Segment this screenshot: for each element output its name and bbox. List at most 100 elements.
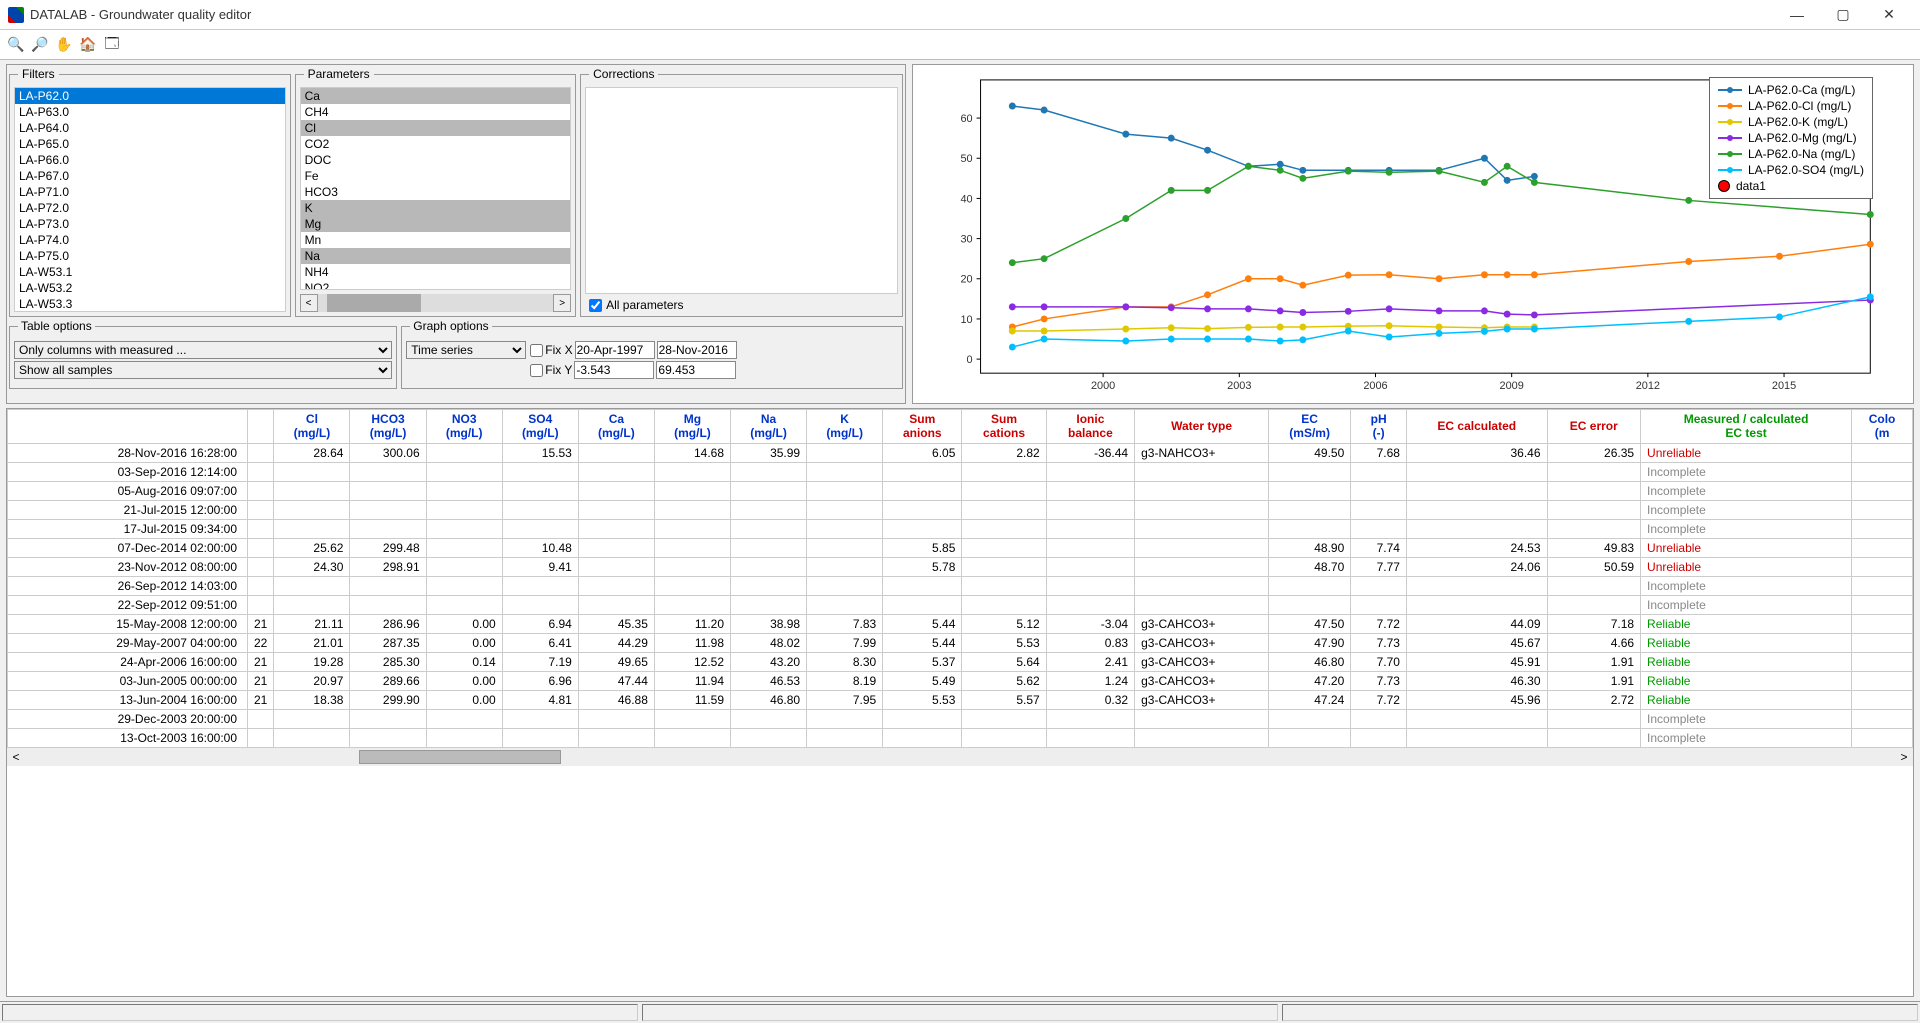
column-header[interactable]: pH(-) (1351, 410, 1407, 444)
parameter-item[interactable]: CO2 (301, 136, 571, 152)
corrections-title: Corrections (589, 67, 658, 81)
table-row[interactable]: 22-Sep-2012 09:51:00Incomplete (8, 595, 1913, 614)
svg-text:2009: 2009 (1500, 380, 1524, 392)
filter-item[interactable]: LA-P67.0 (15, 168, 285, 184)
scroll-left-icon[interactable]: < (300, 294, 318, 312)
table-row[interactable]: 13-Oct-2003 16:00:00Incomplete (8, 728, 1913, 747)
column-header[interactable]: Sumanions (883, 410, 962, 444)
parameter-item[interactable]: Ca (301, 88, 571, 104)
table-row[interactable]: 05-Aug-2016 09:07:00Incomplete (8, 481, 1913, 500)
all-parameters-checkbox[interactable] (589, 299, 602, 312)
column-header[interactable]: SO4(mg/L) (502, 410, 578, 444)
filters-title: Filters (18, 67, 59, 81)
column-header[interactable]: Mg(mg/L) (654, 410, 730, 444)
filter-item[interactable]: LA-W53.3 (15, 296, 285, 312)
column-header[interactable]: Colo(m (1852, 410, 1913, 444)
minimize-button[interactable]: — (1774, 0, 1820, 30)
scroll-right-icon[interactable]: > (553, 294, 571, 312)
corrections-list[interactable] (585, 87, 898, 294)
zoom-in-icon[interactable]: 🔍 (6, 35, 26, 55)
filter-item[interactable]: LA-W53.1 (15, 264, 285, 280)
parameter-item[interactable]: Mg (301, 216, 571, 232)
filter-item[interactable]: LA-P66.0 (15, 152, 285, 168)
fix-y-checkbox[interactable] (530, 364, 543, 377)
parameter-item[interactable]: HCO3 (301, 184, 571, 200)
parameter-item[interactable]: NO2 (301, 280, 571, 290)
filter-item[interactable]: LA-P73.0 (15, 216, 285, 232)
table-row[interactable]: 03-Sep-2016 12:14:00Incomplete (8, 462, 1913, 481)
table-row[interactable]: 29-Dec-2003 20:00:00Incomplete (8, 709, 1913, 728)
fix-x-to-input[interactable] (657, 341, 737, 359)
table-row[interactable]: 17-Jul-2015 09:34:00Incomplete (8, 519, 1913, 538)
column-header[interactable]: Na(mg/L) (731, 410, 807, 444)
filter-item[interactable]: LA-W53.2 (15, 280, 285, 296)
parameter-item[interactable]: Mn (301, 232, 571, 248)
column-header[interactable]: Cl(mg/L) (274, 410, 350, 444)
parameters-title: Parameters (304, 67, 374, 81)
table-row[interactable]: 23-Nov-2012 08:00:0024.30298.919.415.784… (8, 557, 1913, 576)
parameter-item[interactable]: CH4 (301, 104, 571, 120)
parameters-panel: Parameters CaCH4ClCO2DOCFeHCO3KMgMnNaNH4… (295, 67, 577, 317)
filters-list[interactable]: LA-P62.0LA-P63.0LA-P64.0LA-P65.0LA-P66.0… (14, 87, 286, 312)
svg-text:60: 60 (960, 113, 972, 125)
rows-select[interactable]: Show all samples (14, 361, 392, 379)
table-row[interactable]: 24-Apr-2006 16:00:002119.28285.300.147.1… (8, 652, 1913, 671)
filter-item[interactable]: LA-P74.0 (15, 232, 285, 248)
column-header[interactable]: EC error (1547, 410, 1641, 444)
table-row[interactable]: 07-Dec-2014 02:00:0025.62299.4810.485.85… (8, 538, 1913, 557)
column-header[interactable]: HCO3(mg/L) (350, 410, 426, 444)
filter-item[interactable]: LA-P72.0 (15, 200, 285, 216)
parameter-item[interactable]: DOC (301, 152, 571, 168)
filter-item[interactable]: LA-P71.0 (15, 184, 285, 200)
title-bar: DATALAB - Groundwater quality editor — ▢… (0, 0, 1920, 30)
fix-y-from-input[interactable] (574, 361, 654, 379)
table-row[interactable]: 26-Sep-2012 14:03:00Incomplete (8, 576, 1913, 595)
column-header[interactable]: Sumcations (962, 410, 1046, 444)
filter-item[interactable]: LA-P64.0 (15, 120, 285, 136)
parameter-item[interactable]: Cl (301, 120, 571, 136)
zoom-out-icon[interactable]: 🔎 (30, 35, 50, 55)
data-table[interactable]: Cl(mg/L)HCO3(mg/L)NO3(mg/L)SO4(mg/L)Ca(m… (7, 409, 1913, 748)
fix-x-from-input[interactable] (575, 341, 655, 359)
fix-y-to-input[interactable] (656, 361, 736, 379)
column-header[interactable]: K(mg/L) (807, 410, 883, 444)
scroll-right-icon[interactable]: > (1895, 750, 1913, 764)
column-header[interactable]: NO3(mg/L) (426, 410, 502, 444)
maximize-button[interactable]: ▢ (1820, 0, 1866, 30)
filter-item[interactable]: LA-P62.0 (15, 88, 285, 104)
parameter-item[interactable]: Fe (301, 168, 571, 184)
parameter-item[interactable]: Na (301, 248, 571, 264)
toolbar: 🔍 🔎 ✋ 🏠 🗔 (0, 30, 1920, 60)
column-header[interactable]: Ca(mg/L) (578, 410, 654, 444)
table-row[interactable]: 21-Jul-2015 12:00:00Incomplete (8, 500, 1913, 519)
svg-text:2000: 2000 (1091, 380, 1115, 392)
column-header[interactable]: EC calculated (1406, 410, 1547, 444)
column-header[interactable]: EC(mS/m) (1269, 410, 1351, 444)
scroll-left-icon[interactable]: < (7, 750, 25, 764)
filter-item[interactable]: LA-P65.0 (15, 136, 285, 152)
corrections-panel: Corrections All parameters (580, 67, 903, 317)
table-row[interactable]: 03-Jun-2005 00:00:002120.97289.660.006.9… (8, 671, 1913, 690)
params-hscroll[interactable]: < > (300, 294, 572, 312)
column-header[interactable]: Water type (1135, 410, 1269, 444)
graph-type-select[interactable]: Time series (406, 341, 526, 359)
pan-icon[interactable]: ✋ (54, 35, 74, 55)
table-hscroll[interactable]: < > (7, 748, 1913, 766)
column-header[interactable]: Measured / calculatedEC test (1641, 410, 1852, 444)
chart-area[interactable]: 0102030405060200020032006200920122015 LA… (912, 64, 1914, 404)
parameter-item[interactable]: NH4 (301, 264, 571, 280)
table-row[interactable]: 28-Nov-2016 16:28:0028.64300.0615.5314.6… (8, 443, 1913, 462)
table-row[interactable]: 29-May-2007 04:00:002221.01287.350.006.4… (8, 633, 1913, 652)
table-icon[interactable]: 🗔 (102, 35, 122, 55)
filter-item[interactable]: LA-P63.0 (15, 104, 285, 120)
column-header[interactable]: Ionicbalance (1046, 410, 1134, 444)
filter-item[interactable]: LA-P75.0 (15, 248, 285, 264)
columns-select[interactable]: Only columns with measured ... (14, 341, 392, 359)
parameter-item[interactable]: K (301, 200, 571, 216)
fix-x-checkbox[interactable] (530, 344, 543, 357)
home-icon[interactable]: 🏠 (78, 35, 98, 55)
table-row[interactable]: 15-May-2008 12:00:002121.11286.960.006.9… (8, 614, 1913, 633)
close-button[interactable]: ✕ (1866, 0, 1912, 30)
parameters-list[interactable]: CaCH4ClCO2DOCFeHCO3KMgMnNaNH4NO2NO3 (300, 87, 572, 290)
table-row[interactable]: 13-Jun-2004 16:00:002118.38299.900.004.8… (8, 690, 1913, 709)
